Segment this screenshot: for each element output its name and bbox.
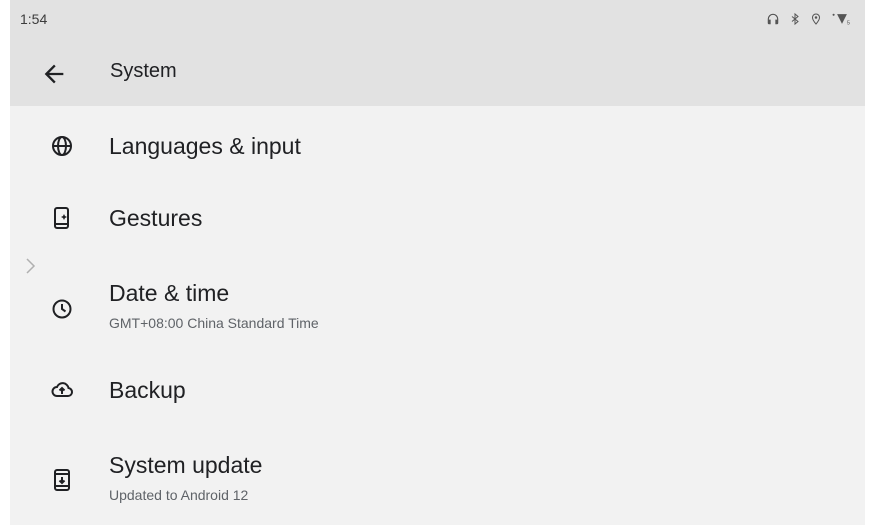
app-bar: System [10,42,865,106]
wifi-icon: 5 [831,12,853,31]
headset-icon [766,12,780,31]
chevron-right-icon[interactable] [24,257,38,275]
arrow-back-icon [44,64,64,84]
settings-screen: 1:54 5 System Languages & input Gestures… [10,0,865,525]
item-label: System update [109,452,263,478]
status-bar: 1:54 5 [10,0,865,42]
status-time: 1:54 [20,11,48,27]
item-label: Backup [109,377,186,403]
svg-text:5: 5 [847,21,850,26]
left-margin [0,0,10,525]
globe-icon [50,134,74,158]
system-update-item[interactable]: System update Updated to Android 12 [10,444,865,516]
system-update-icon [50,468,74,492]
languages-input-item[interactable]: Languages & input [10,110,865,182]
page-title: System [110,60,177,82]
backup-item[interactable]: Backup [10,354,865,426]
right-margin [865,0,879,525]
location-icon [810,12,822,31]
gesture-phone-icon [50,206,74,230]
item-label: Gestures [109,205,203,231]
bluetooth-icon [789,12,801,31]
item-label: Languages & input [109,133,301,159]
date-time-item[interactable]: Date & time GMT+08:00 China Standard Tim… [10,272,865,344]
status-icons: 5 [766,12,853,31]
item-subtitle: Updated to Android 12 [109,487,249,503]
clock-icon [50,297,74,321]
item-subtitle: GMT+08:00 China Standard Time [109,315,319,331]
gestures-item[interactable]: Gestures [10,182,865,254]
cloud-upload-icon [50,378,74,402]
item-label: Date & time [109,280,230,306]
back-button[interactable] [40,60,68,88]
